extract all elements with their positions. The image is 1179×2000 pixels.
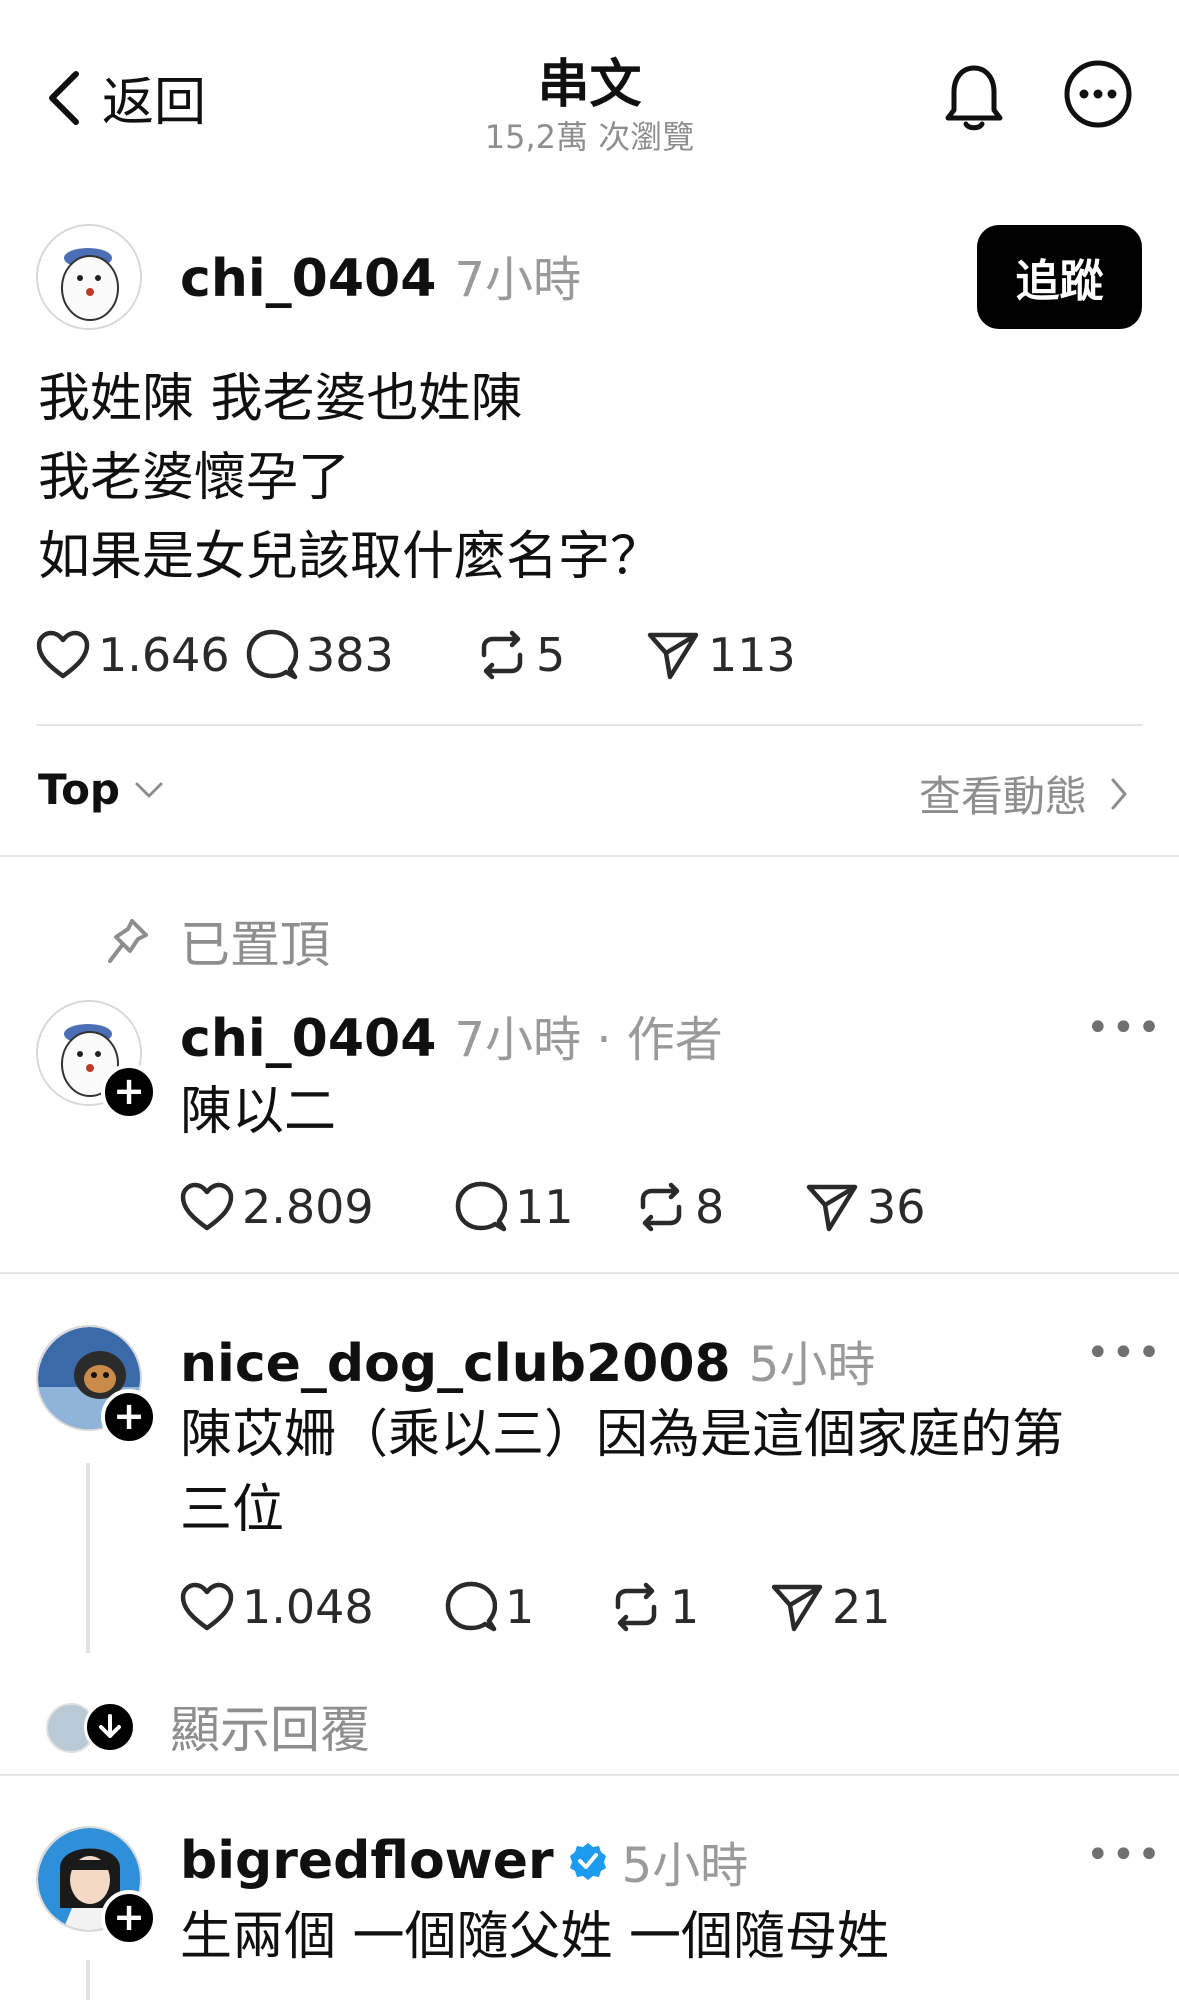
more-options-icon[interactable]: •••: [1086, 1832, 1163, 1878]
like-count: 2.809: [242, 1180, 374, 1234]
comment-icon: [455, 1181, 507, 1233]
more-options-icon[interactable]: •••: [1086, 1005, 1163, 1051]
verified-icon: [568, 1841, 608, 1881]
reply-text-line: 三位: [180, 1480, 285, 1540]
like-button[interactable]: 2.809: [180, 1180, 455, 1234]
repost-icon: [476, 629, 528, 681]
reply-text: 陳以二: [180, 1082, 337, 1142]
chevron-down-icon: [134, 780, 164, 800]
like-count: 1.646: [98, 628, 230, 682]
post-line: 我老婆懷孕了: [38, 448, 351, 508]
share-icon: [646, 629, 700, 681]
heart-icon: [180, 1182, 234, 1232]
repost-count: 5: [536, 628, 566, 682]
post-line: 如果是女兒該取什麼名字？: [38, 527, 663, 587]
share-button[interactable]: 113: [646, 628, 796, 682]
repost-button[interactable]: 5: [476, 628, 646, 682]
like-count: 1.048: [242, 1580, 374, 1634]
pinned-label: 已置頂: [180, 916, 330, 974]
reply-text: 生兩個 一個隨父姓 一個隨母姓: [180, 1907, 890, 1967]
post-body: 我姓陳 我老婆也姓陳 我老婆懷孕了 如果是女兒該取什麼名字？: [38, 360, 662, 597]
comment-icon: [246, 629, 298, 681]
sort-dropdown[interactable]: Top: [38, 765, 164, 814]
comment-icon: [445, 1581, 497, 1633]
reply-meta: 7小時 · 作者: [454, 1012, 723, 1068]
like-button[interactable]: 1.646: [36, 628, 246, 682]
reply-actions: 2.809 11 8 36: [180, 1180, 926, 1234]
more-circle-icon[interactable]: [1062, 58, 1134, 130]
divider: [0, 1272, 1179, 1274]
divider: [0, 1774, 1179, 1776]
comment-button[interactable]: 11: [455, 1180, 635, 1234]
pinned-indicator: 已置頂: [106, 905, 330, 977]
comment-count: 1: [505, 1580, 535, 1634]
more-options-icon[interactable]: •••: [1086, 1330, 1163, 1376]
reply-username[interactable]: nice_dog_club2008: [180, 1334, 731, 1394]
comment-count: 11: [515, 1180, 574, 1234]
reply-text: 陳苡姍（乘以三）因為是這個家庭的第 三位: [180, 1398, 1064, 1548]
like-button[interactable]: 1.048: [180, 1580, 445, 1634]
view-activity-link[interactable]: 查看動態: [919, 763, 1129, 824]
divider: [36, 724, 1143, 726]
reply-username[interactable]: chi_0404: [180, 1009, 436, 1069]
share-count: 21: [832, 1580, 891, 1634]
bell-icon[interactable]: [940, 60, 1008, 132]
chevron-right-icon: [1109, 777, 1129, 811]
reply-meta: 5小時: [748, 1337, 876, 1393]
repost-icon: [610, 1581, 662, 1633]
pin-icon: [106, 917, 150, 965]
reply-meta: 5小時: [621, 1838, 749, 1894]
follow-button[interactable]: 追蹤: [977, 225, 1142, 329]
heart-icon: [36, 630, 90, 680]
comment-button[interactable]: 383: [246, 628, 476, 682]
repost-button[interactable]: 8: [635, 1180, 805, 1234]
reply-text-line: 陳苡姍（乘以三）因為是這個家庭的第: [180, 1405, 1065, 1465]
share-button[interactable]: 21: [770, 1580, 891, 1634]
sort-label: Top: [38, 765, 120, 814]
comment-count: 383: [306, 628, 394, 682]
show-replies-button[interactable]: 顯示回覆: [46, 1690, 370, 1762]
arrow-down-icon: [84, 1701, 136, 1753]
repost-icon: [635, 1181, 687, 1233]
repost-count: 8: [695, 1180, 725, 1234]
share-count: 36: [867, 1180, 926, 1234]
author-username[interactable]: chi_0404: [180, 249, 436, 309]
post-line: 我姓陳 我老婆也姓陳: [38, 369, 523, 429]
author-avatar[interactable]: [36, 224, 142, 330]
share-icon: [805, 1181, 859, 1233]
reply-actions: 1.048 1 1 21: [180, 1580, 891, 1634]
thread-line: [86, 1463, 90, 1653]
thread-line: [86, 1960, 90, 2000]
activity-label: 查看動態: [918, 772, 1087, 821]
reply-username[interactable]: bigredflower: [180, 1831, 554, 1891]
share-count: 113: [708, 628, 796, 682]
follow-plus-button[interactable]: +: [101, 1389, 157, 1445]
post-time: 7小時: [454, 252, 581, 308]
repost-button[interactable]: 1: [610, 1580, 770, 1634]
repost-count: 1: [670, 1580, 700, 1634]
divider: [0, 855, 1179, 857]
share-icon: [770, 1581, 824, 1633]
follow-plus-button[interactable]: +: [101, 1064, 157, 1120]
heart-icon: [180, 1582, 234, 1632]
comment-button[interactable]: 1: [445, 1580, 610, 1634]
follow-plus-button[interactable]: +: [101, 1890, 157, 1946]
show-replies-label: 顯示回覆: [170, 1701, 370, 1759]
share-button[interactable]: 36: [805, 1180, 926, 1234]
post-actions: 1.646 383 5 113: [36, 628, 796, 682]
